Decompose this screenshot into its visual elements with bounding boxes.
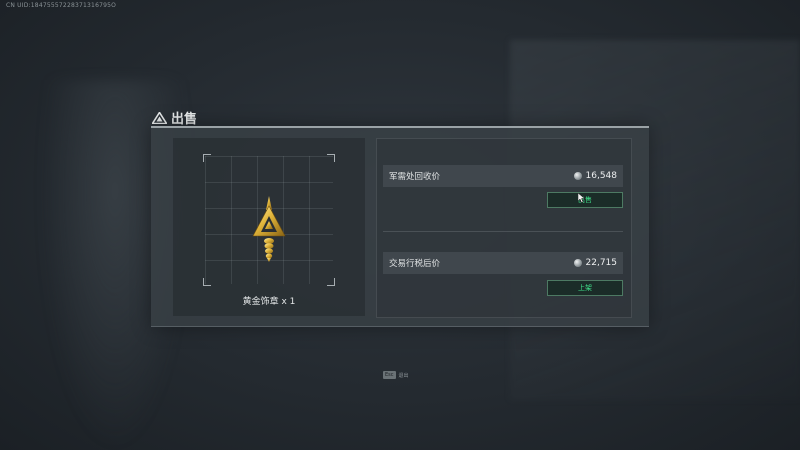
merchant-price-row: 军需处回收价 16,548 (383, 165, 623, 187)
esc-key-icon: Esc (383, 371, 396, 379)
mouse-cursor-icon (577, 188, 586, 207)
merchant-price-value: 16,548 (585, 171, 618, 181)
uid-label: CN UID:18475557228371316795O (6, 2, 117, 9)
list-on-market-button[interactable]: 上架 (547, 280, 623, 296)
market-price: 22,715 (573, 258, 618, 268)
frame-corner (327, 278, 335, 286)
exit-label: 退出 (398, 372, 409, 379)
item-name: 黄金饰章 x 1 (242, 297, 296, 307)
frame-corner (203, 278, 211, 286)
coin-icon (573, 172, 582, 180)
divider (383, 231, 623, 232)
dialog-title-text: 出售 (171, 112, 198, 127)
sell-dialog: 黄金饰章 x 1 军需处回收价 16,548 出售 交易行税后价 22,715 … (151, 126, 649, 327)
golden-badge-icon (249, 196, 289, 266)
exit-hint[interactable]: Esc 退出 (383, 371, 409, 379)
dialog-title: 出售 (152, 108, 197, 127)
coin-icon (573, 259, 582, 267)
merchant-price-label: 军需处回收价 (389, 172, 441, 182)
frame-corner (203, 154, 211, 162)
sell-triangle-icon (152, 111, 167, 124)
sell-button[interactable]: 出售 (547, 192, 623, 208)
market-price-label: 交易行税后价 (389, 259, 441, 269)
frame-corner (327, 154, 335, 162)
price-panel: 军需处回收价 16,548 出售 交易行税后价 22,715 上架 (376, 138, 632, 318)
market-price-row: 交易行税后价 22,715 (383, 252, 623, 274)
item-grid (203, 154, 335, 286)
merchant-price: 16,548 (573, 171, 618, 181)
market-price-value: 22,715 (585, 258, 618, 268)
item-preview: 黄金饰章 x 1 (173, 138, 365, 316)
